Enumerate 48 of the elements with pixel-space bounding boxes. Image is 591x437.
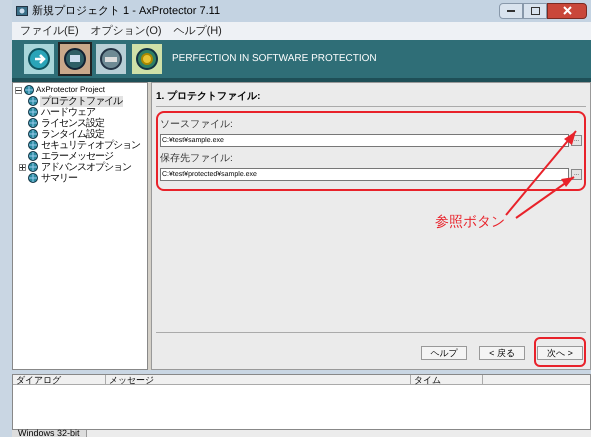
wizard-button[interactable]: ヘルプ — [421, 346, 467, 360]
toolbar-button[interactable] — [24, 44, 54, 74]
close-icon — [562, 6, 572, 16]
menu-item[interactable]: ヘルプ(H) — [174, 22, 222, 40]
toolbar-button[interactable] — [60, 44, 90, 74]
toolbar-button[interactable] — [96, 44, 126, 74]
tree-item[interactable]: ランタイム設定 — [40, 128, 105, 140]
banner-tagline: PERFECTION IN SOFTWARE PROTECTION — [172, 52, 377, 66]
tree-item[interactable]: AxProtector Project — [36, 85, 105, 96]
app-icon — [16, 4, 28, 17]
expander-icon[interactable] — [19, 164, 26, 171]
globe-icon — [28, 129, 38, 140]
globe-icon — [28, 96, 38, 106]
globe-icon — [28, 162, 38, 172]
menu-item[interactable]: オプション(O) — [90, 22, 162, 40]
globe-icon — [24, 85, 34, 96]
toolbar-button[interactable] — [132, 44, 162, 74]
maximize-button[interactable] — [523, 2, 547, 19]
tree-item[interactable]: セキュリティオプション — [40, 140, 141, 151]
column-header: タイム — [411, 375, 483, 384]
window-title: 新規プロジェクト 1 - AxProtector 7.11 — [32, 4, 220, 19]
globe-icon — [28, 173, 38, 184]
tree-item[interactable]: サマリー — [40, 172, 78, 184]
minimize-button[interactable] — [499, 2, 523, 19]
menu-item[interactable]: ファイル(E) — [20, 22, 79, 40]
minimize-icon — [507, 9, 515, 12]
close-button[interactable] — [547, 2, 587, 19]
tree-item[interactable]: ハードウェア — [40, 106, 96, 118]
status-text: Windows 32-bit — [12, 430, 87, 437]
globe-icon — [28, 151, 38, 162]
tree-item[interactable]: エラーメッセージ — [40, 150, 114, 162]
tree-item[interactable]: アドバンスオプション — [40, 162, 132, 173]
tree-item[interactable]: プロテクトファイル — [40, 96, 123, 107]
globe-icon — [28, 140, 38, 150]
globe-icon — [28, 107, 38, 118]
annotation-label: 参照ボタン — [435, 212, 505, 231]
section-heading: 1. プロテクトファイル: — [156, 82, 586, 107]
screen-icon — [62, 46, 88, 72]
expander-icon[interactable] — [15, 86, 22, 94]
field-label: ソースファイル: — [160, 118, 234, 132]
column-header: メッセージ — [106, 375, 411, 384]
column-header: ダイアログ — [13, 375, 106, 384]
tree-item[interactable]: ライセンス設定 — [40, 118, 105, 129]
wizard-button[interactable]: < 戻る — [479, 346, 525, 360]
field-label: 保存先ファイル: — [160, 152, 234, 166]
wizard-button[interactable]: 次へ > — [537, 346, 583, 360]
maximize-icon — [530, 6, 540, 15]
globe-icon — [28, 118, 38, 128]
